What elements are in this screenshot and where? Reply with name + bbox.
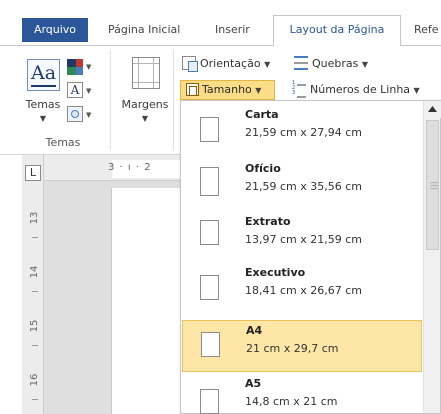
breaks-button[interactable]: Quebras ▼ — [294, 54, 368, 74]
arrow-up-icon — [428, 106, 437, 112]
grip-icon: — — — — [430, 178, 438, 193]
size-option-a4[interactable]: A4 21 cm x 29,7 cm — [182, 320, 422, 372]
size-option-statement[interactable]: Extrato 13,97 cm x 21,59 cm — [182, 205, 422, 257]
chevron-down-icon: ▼ — [264, 60, 271, 69]
chevron-down-icon: ▼ — [255, 86, 262, 95]
horizontal-ruler-text: 3 · ı · 2 — [108, 162, 152, 173]
chevron-down-icon: ▼ — [361, 60, 369, 69]
size-option-letter[interactable]: Carta 21,59 cm x 27,94 cm — [182, 101, 422, 153]
scroll-up-button[interactable] — [424, 101, 441, 118]
tab-insert[interactable]: Inserir — [215, 18, 250, 42]
size-option-legal[interactable]: Ofício 21,59 cm x 35,56 cm — [182, 153, 422, 205]
page-icon — [200, 275, 219, 300]
ruler-number: 16 — [29, 373, 40, 387]
page-icon — [200, 167, 219, 196]
ruler-number: 14 — [29, 265, 40, 279]
tab-file[interactable]: Arquivo — [22, 18, 88, 42]
orientation-icon — [182, 56, 198, 72]
theme-colors-chevron-down-icon[interactable]: ▼ — [86, 63, 91, 71]
breaks-icon — [294, 56, 308, 70]
ruler-number: 13 — [29, 211, 40, 225]
dropdown-scrollbar[interactable]: — — — — [423, 101, 441, 413]
page-size-dropdown: Carta 21,59 cm x 27,94 cm Ofício 21,59 c… — [180, 100, 441, 414]
line-numbers-icon — [292, 81, 306, 98]
orientation-button[interactable]: Orientação ▼ — [182, 54, 270, 74]
page-icon — [200, 220, 219, 245]
themes-icon[interactable]: Aa — [27, 59, 60, 91]
size-option-executive[interactable]: Executivo 18,41 cm x 26,67 cm — [182, 261, 422, 313]
theme-fonts-chevron-down-icon[interactable]: ▼ — [86, 87, 91, 95]
line-numbers-button[interactable]: Números de Linha ▼ — [292, 80, 420, 100]
tab-page-layout[interactable]: Layout da Página — [273, 15, 401, 46]
chevron-down-icon: ▼ — [141, 114, 149, 123]
group-label-themes: Temas — [45, 136, 81, 149]
size-option-a5[interactable]: A5 14,8 cm x 21 cm — [182, 373, 422, 414]
theme-colors-icon[interactable] — [67, 59, 83, 75]
tab-selector[interactable]: L — [25, 165, 41, 181]
size-button[interactable]: Tamanho ▼ — [180, 80, 275, 100]
ruler-number: 15 — [29, 319, 40, 333]
theme-effects-icon[interactable] — [67, 106, 83, 122]
group-separator — [173, 50, 174, 150]
chevron-down-icon: ▼ — [413, 86, 420, 95]
themes-button[interactable]: Temas ▼ — [21, 98, 65, 124]
margins-button[interactable]: Margens ▼ — [118, 98, 172, 124]
ribbon-tabs: Arquivo Página Inicial Inserir Layout da… — [0, 0, 441, 46]
margins-icon[interactable] — [132, 57, 160, 89]
page-icon — [201, 332, 220, 357]
tab-references[interactable]: Refe — [414, 18, 439, 42]
theme-fonts-icon[interactable]: A — [67, 82, 83, 98]
theme-effects-chevron-down-icon[interactable]: ▼ — [86, 111, 91, 119]
chevron-down-icon: ▼ — [39, 114, 47, 123]
scroll-thumb[interactable]: — — — — [426, 120, 439, 250]
group-separator — [110, 50, 111, 150]
page-icon — [200, 389, 219, 414]
tab-home[interactable]: Página Inicial — [108, 18, 180, 42]
size-icon — [186, 82, 199, 96]
page-icon — [200, 117, 219, 142]
document-page[interactable] — [111, 188, 184, 414]
